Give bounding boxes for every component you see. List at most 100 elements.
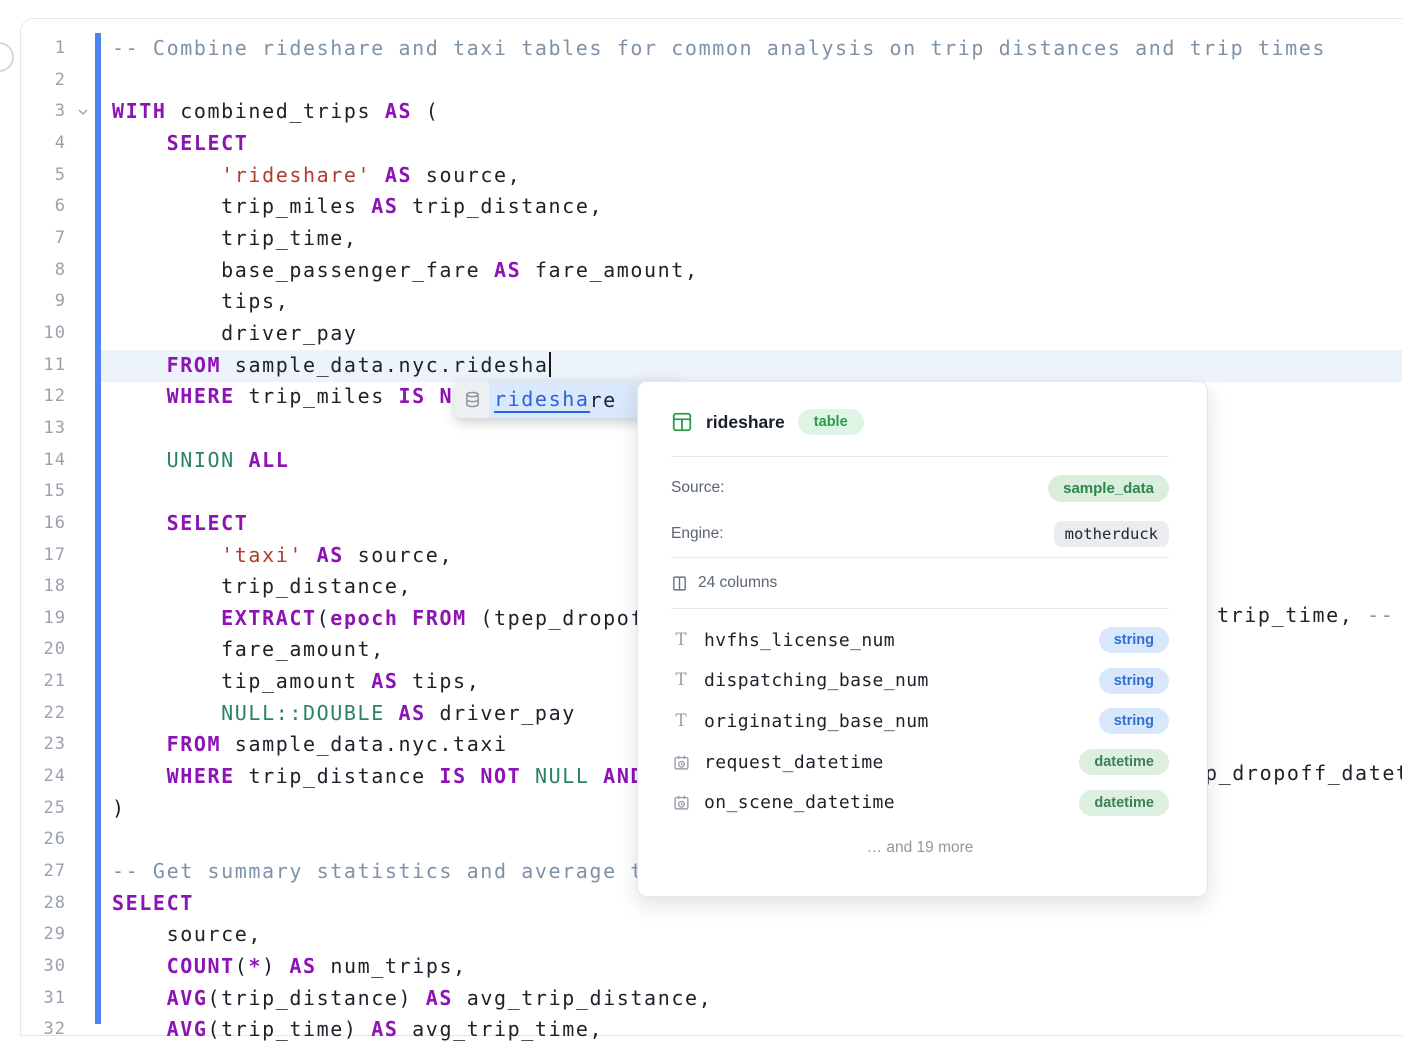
text-type-icon: T xyxy=(671,672,691,689)
line-number[interactable]: 32 xyxy=(0,1014,66,1046)
code-line[interactable] xyxy=(112,65,1402,97)
code-line[interactable]: 'rideshare' AS source, xyxy=(112,160,1402,192)
line-number[interactable]: 8 xyxy=(0,255,66,287)
code-line[interactable]: trip_time, xyxy=(112,223,1402,255)
code-line[interactable]: tips, xyxy=(112,286,1402,318)
code-line[interactable]: FROM sample_data.nyc.ridesha xyxy=(112,350,1402,382)
code-token xyxy=(112,163,221,187)
code-line[interactable]: COUNT(*) AS num_trips, xyxy=(112,951,1402,983)
code-token: 'taxi' xyxy=(221,543,303,567)
column-row: Tdispatching_base_numstring xyxy=(671,661,1169,702)
code-token: NULL xyxy=(535,764,590,788)
line-number[interactable]: 26 xyxy=(0,824,66,856)
code-token: COUNT xyxy=(167,954,235,978)
line-number[interactable]: 7 xyxy=(0,223,66,255)
line-number[interactable]: 31 xyxy=(0,983,66,1015)
line-number[interactable]: 19 xyxy=(0,603,66,635)
line-number[interactable]: 2 xyxy=(0,65,66,97)
line-number[interactable]: 10 xyxy=(0,318,66,350)
line-number[interactable]: 22 xyxy=(0,698,66,730)
line-number[interactable]: 27 xyxy=(0,856,66,888)
code-token xyxy=(590,764,604,788)
table-kind-badge: table xyxy=(798,409,864,435)
code-token: -- xyxy=(1367,603,1394,627)
code-token: trip_distance, xyxy=(112,574,412,598)
code-token: FROM xyxy=(167,732,222,756)
code-token: base_passenger_fare xyxy=(112,258,494,282)
code-line[interactable]: WITH combined_trips AS ( xyxy=(112,96,1402,128)
line-number[interactable]: 25 xyxy=(0,793,66,825)
code-token: AS xyxy=(385,99,412,123)
code-token xyxy=(371,163,385,187)
line-number[interactable]: 14 xyxy=(0,445,66,477)
code-token: trip_miles xyxy=(112,194,371,218)
code-token: AS xyxy=(371,669,398,693)
line-number[interactable]: 18 xyxy=(0,571,66,603)
database-icon xyxy=(464,391,481,408)
line-number[interactable]: 1 xyxy=(0,33,66,65)
code-token: -- Combine rideshare and taxi tables for… xyxy=(112,36,1326,60)
datetime-type-icon xyxy=(671,754,691,771)
line-number[interactable]: 28 xyxy=(0,888,66,920)
line-number[interactable]: 12 xyxy=(0,381,66,413)
line-number[interactable]: 29 xyxy=(0,919,66,951)
line-number[interactable]: 11 xyxy=(0,350,66,382)
code-line[interactable]: source, xyxy=(112,919,1402,951)
code-token: WITH xyxy=(112,99,167,123)
column-row: on_scene_datetimedatetime xyxy=(671,782,1169,823)
code-line[interactable]: trip_miles AS trip_distance, xyxy=(112,191,1402,223)
code-token: avg_trip_distance, xyxy=(453,986,712,1010)
autocomplete-rest-text: re xyxy=(590,388,617,412)
code-token xyxy=(521,764,535,788)
code-line[interactable]: AVG(trip_time) AS avg_trip_time, xyxy=(112,1014,1402,1046)
code-fragment-right-of-tooltip: trip_time, -- xyxy=(1217,603,1394,627)
code-token: ( xyxy=(412,99,439,123)
code-token: AS xyxy=(426,986,453,1010)
line-number[interactable]: 16 xyxy=(0,508,66,540)
code-token: driver_pay xyxy=(112,321,358,345)
code-token xyxy=(112,764,167,788)
code-token: UNION xyxy=(167,448,235,472)
line-number[interactable]: 30 xyxy=(0,951,66,983)
fold-toggle[interactable] xyxy=(74,96,92,128)
code-line[interactable]: driver_pay xyxy=(112,318,1402,350)
code-token: source, xyxy=(112,922,262,946)
line-number[interactable]: 4 xyxy=(0,128,66,160)
code-line[interactable]: AVG(trip_distance) AS avg_trip_distance, xyxy=(112,983,1402,1015)
code-token xyxy=(112,131,167,155)
code-token: AS xyxy=(317,543,344,567)
line-number[interactable]: 5 xyxy=(0,160,66,192)
code-token: FROM xyxy=(167,353,222,377)
text-type-icon: T xyxy=(671,713,691,730)
line-number[interactable]: 3 xyxy=(0,96,66,128)
code-line[interactable]: -- Combine rideshare and taxi tables for… xyxy=(112,33,1402,65)
line-number[interactable]: 6 xyxy=(0,191,66,223)
code-token: WHERE xyxy=(167,764,235,788)
column-name: on_scene_datetime xyxy=(704,792,895,813)
code-token xyxy=(399,606,413,630)
code-token: AVG xyxy=(167,986,208,1010)
line-number[interactable]: 23 xyxy=(0,729,66,761)
code-token xyxy=(303,543,317,567)
code-token: AS xyxy=(371,1017,398,1041)
line-number[interactable]: 20 xyxy=(0,634,66,666)
code-token: tips, xyxy=(112,289,289,313)
line-number[interactable]: 9 xyxy=(0,286,66,318)
code-token: SELECT xyxy=(167,131,249,155)
line-number[interactable]: 21 xyxy=(0,666,66,698)
code-token: source, xyxy=(344,543,453,567)
line-number[interactable]: 13 xyxy=(0,413,66,445)
column-row: Toriginating_base_numstring xyxy=(671,701,1169,742)
line-number[interactable]: 17 xyxy=(0,540,66,572)
line-number[interactable]: 15 xyxy=(0,476,66,508)
columns-icon xyxy=(671,575,688,592)
text-cursor xyxy=(549,352,551,377)
code-token xyxy=(112,954,167,978)
code-token: epoch xyxy=(330,606,398,630)
code-line[interactable]: base_passenger_fare AS fare_amount, xyxy=(112,255,1402,287)
code-token: num_trips, xyxy=(317,954,467,978)
code-line[interactable]: SELECT xyxy=(112,128,1402,160)
code-token: AS xyxy=(399,701,426,725)
more-columns-label: … and 19 more xyxy=(671,829,1169,867)
line-number[interactable]: 24 xyxy=(0,761,66,793)
